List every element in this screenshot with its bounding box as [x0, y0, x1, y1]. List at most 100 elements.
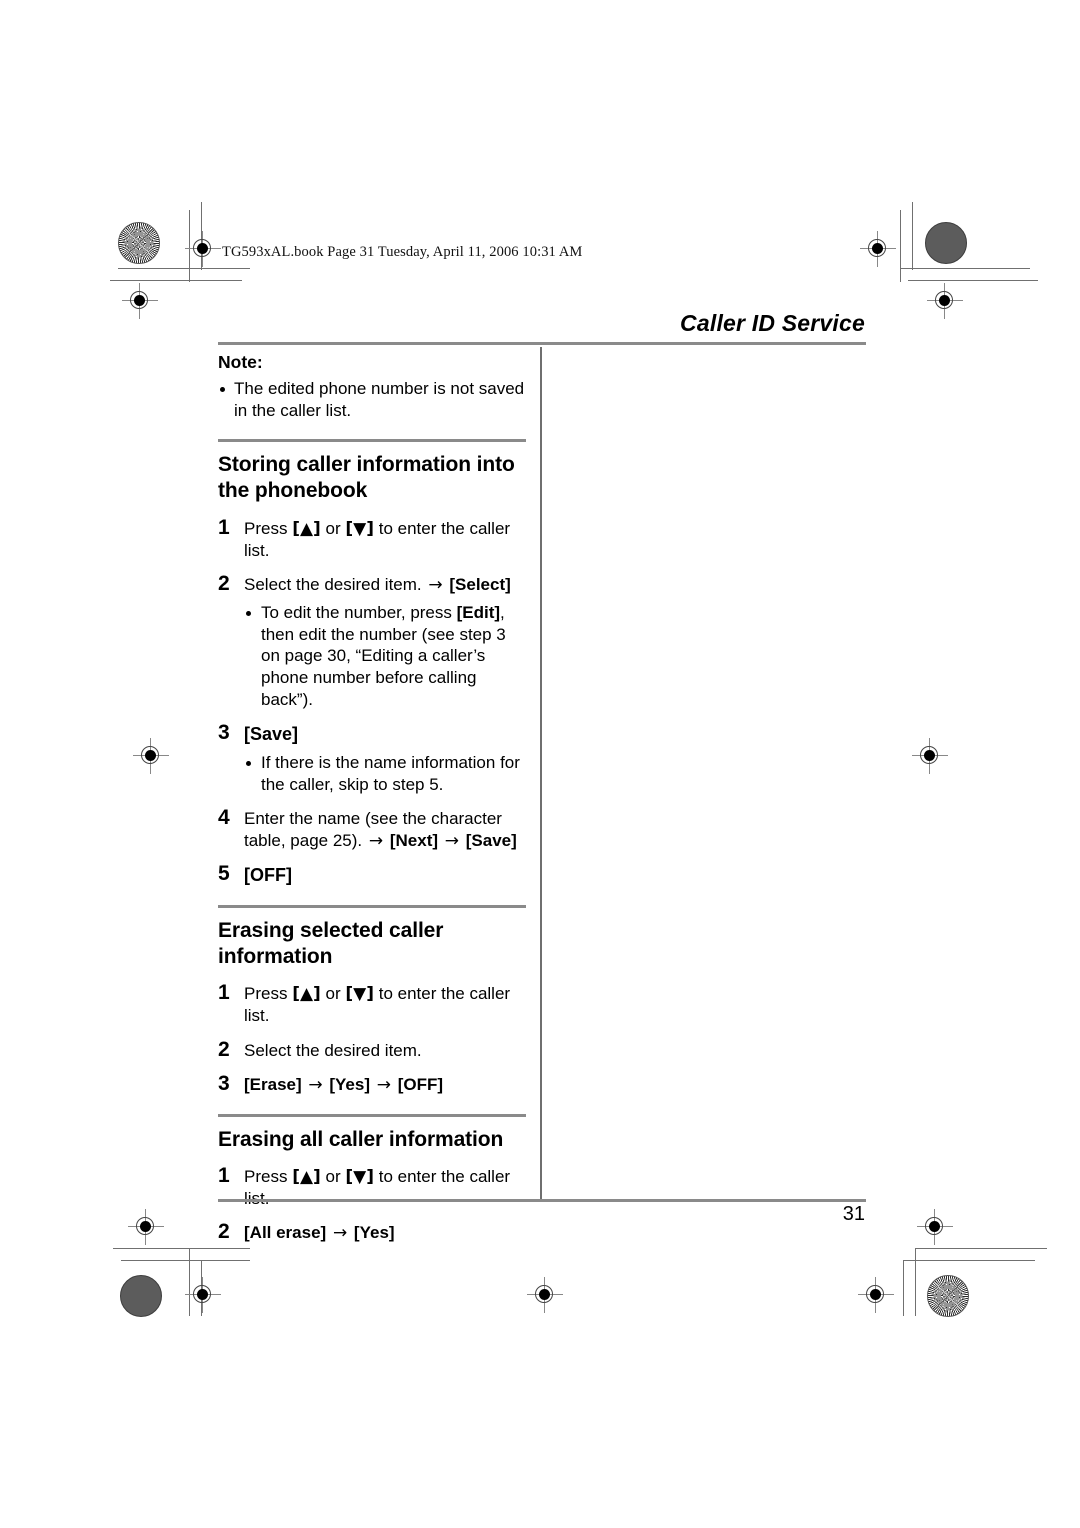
solid-dot-mark-bottom-left — [120, 1275, 162, 1317]
trim-line — [900, 268, 1030, 269]
navigation-key-token: [▲] — [292, 984, 321, 1005]
registration-mark-left-middle — [133, 738, 169, 774]
softkey-token: [Yes] — [329, 1074, 370, 1094]
section-rule — [218, 439, 526, 443]
trim-line — [121, 1260, 250, 1261]
registration-mark-bottom-right — [858, 1277, 894, 1313]
softkey-token: [OFF] — [397, 1074, 444, 1094]
step-number: 1 — [218, 1164, 230, 1188]
numbered-step: 1Press [▲] or [▼] to enter the caller li… — [218, 1164, 528, 1210]
registration-mark-right-middle — [912, 738, 948, 774]
step-number: 2 — [218, 571, 230, 595]
trim-line — [915, 1248, 1047, 1249]
navigation-key-token: [▼] — [345, 518, 374, 539]
body-text: If there is the name information for the… — [261, 753, 520, 794]
step-number: 3 — [218, 720, 230, 744]
step-number: 1 — [218, 981, 230, 1005]
numbered-step: 2 Select the desired item. → [Select] — [218, 571, 528, 596]
numbered-step: 4 Enter the name (see the character table… — [218, 805, 528, 852]
step-number: 3 — [218, 1071, 230, 1095]
softkey-token: [Select] — [449, 574, 511, 594]
navigation-key-token: [▼] — [345, 984, 374, 1005]
softkey-token: [Save] — [244, 723, 299, 744]
note-bullet-text: The edited phone number is not saved in … — [234, 378, 525, 420]
softkey-token: [Next] — [389, 830, 439, 850]
section-rule — [218, 905, 526, 909]
page-number: 31 — [842, 1203, 865, 1225]
registration-mark-left-upper — [122, 283, 158, 319]
registration-mark-right-upper — [927, 283, 963, 319]
arrow-icon: → — [444, 830, 460, 851]
footer-rule — [218, 1199, 866, 1202]
arrow-icon: → — [308, 1074, 323, 1095]
body-text: Press — [244, 518, 293, 538]
registration-mark-top-right — [860, 231, 896, 267]
step-number: 2 — [218, 1037, 230, 1061]
softkey-token: [OFF] — [244, 864, 292, 885]
section-title: Erasing all caller information — [218, 1127, 504, 1151]
step-number: 5 — [218, 861, 230, 885]
trim-line — [110, 280, 242, 281]
note-item-list: The edited phone number is not saved in … — [218, 378, 528, 422]
note-bullet: The edited phone number is not saved in … — [218, 378, 528, 422]
rosette-mark-bottom-right — [927, 1275, 969, 1317]
registration-mark-top-left — [185, 231, 221, 267]
body-text: or — [320, 518, 346, 538]
navigation-key-token: [▲] — [292, 518, 321, 539]
section-list: Storing caller information into the phon… — [218, 439, 528, 1244]
step-number: 4 — [218, 805, 230, 829]
header-rule — [218, 342, 866, 345]
body-text: Select the desired item. — [244, 1040, 422, 1060]
softkey-token: [Edit] — [456, 602, 501, 622]
running-head-title: Caller ID Service — [680, 310, 865, 336]
registration-mark-bottom-center — [527, 1277, 563, 1313]
softkey-token: [All erase] — [244, 1223, 327, 1243]
step-sub-bullet: If there is the name information for the… — [218, 752, 528, 796]
body-text: or — [320, 984, 346, 1004]
trim-line — [915, 1248, 916, 1316]
trim-line — [912, 202, 913, 270]
section-title: Storing caller information into the phon… — [218, 453, 515, 502]
registration-mark-right-lower — [917, 1209, 953, 1245]
arrow-icon: → — [332, 1223, 348, 1244]
bullet-icon — [246, 610, 251, 616]
body-text: Press — [244, 1167, 293, 1187]
step-sub-bullet: To edit the number, press [Edit], then e… — [218, 602, 528, 711]
manual-page: TG593xAL.book Page 31 Tuesday, April 11,… — [0, 0, 1080, 1528]
step-number: 2 — [218, 1220, 230, 1244]
numbered-step: 1Press [▲] or [▼] to enter the caller li… — [218, 515, 528, 562]
numbered-step: 1Press [▲] or [▼] to enter the caller li… — [218, 981, 528, 1027]
section-rule — [218, 1113, 526, 1117]
bullet-icon — [220, 386, 225, 392]
rosette-mark-top-left — [118, 222, 160, 264]
softkey-token: [Yes] — [353, 1223, 395, 1243]
note-label: Note: — [218, 352, 263, 372]
trim-line — [900, 210, 901, 282]
numbered-step: 5 [OFF] — [218, 861, 528, 887]
arrow-icon: → — [376, 1074, 391, 1095]
registration-mark-bottom-left — [185, 1277, 221, 1313]
text-column: Note: The edited phone number is not sav… — [218, 352, 528, 1257]
numbered-step: 2 Select the desired item. — [218, 1037, 528, 1062]
navigation-key-token: [▼] — [345, 1167, 374, 1188]
trim-line — [908, 280, 1038, 281]
trim-line — [118, 268, 250, 269]
numbered-step: 3 [Save] — [218, 720, 528, 746]
numbered-step: 2 [All erase] → [Yes] — [218, 1220, 528, 1244]
arrow-icon: → — [368, 830, 384, 851]
section-title: Erasing selected caller information — [218, 919, 444, 968]
bullet-icon — [246, 760, 251, 766]
body-text: Press — [244, 984, 293, 1004]
trim-line — [903, 1260, 1035, 1261]
arrow-icon: → — [428, 574, 443, 595]
step-number: 1 — [218, 515, 230, 539]
registration-mark-left-lower — [128, 1209, 164, 1245]
body-text: or — [320, 1167, 346, 1187]
book-file-slug: TG593xAL.book Page 31 Tuesday, April 11,… — [222, 244, 583, 260]
body-text: Select the desired item. — [244, 574, 427, 594]
solid-dot-mark-top-right — [925, 222, 967, 264]
softkey-token: [Save] — [465, 830, 517, 850]
softkey-token: [Erase] — [244, 1074, 302, 1094]
numbered-step: 3 [Erase] → [Yes] → [OFF] — [218, 1071, 528, 1096]
column-divider — [540, 347, 542, 1201]
